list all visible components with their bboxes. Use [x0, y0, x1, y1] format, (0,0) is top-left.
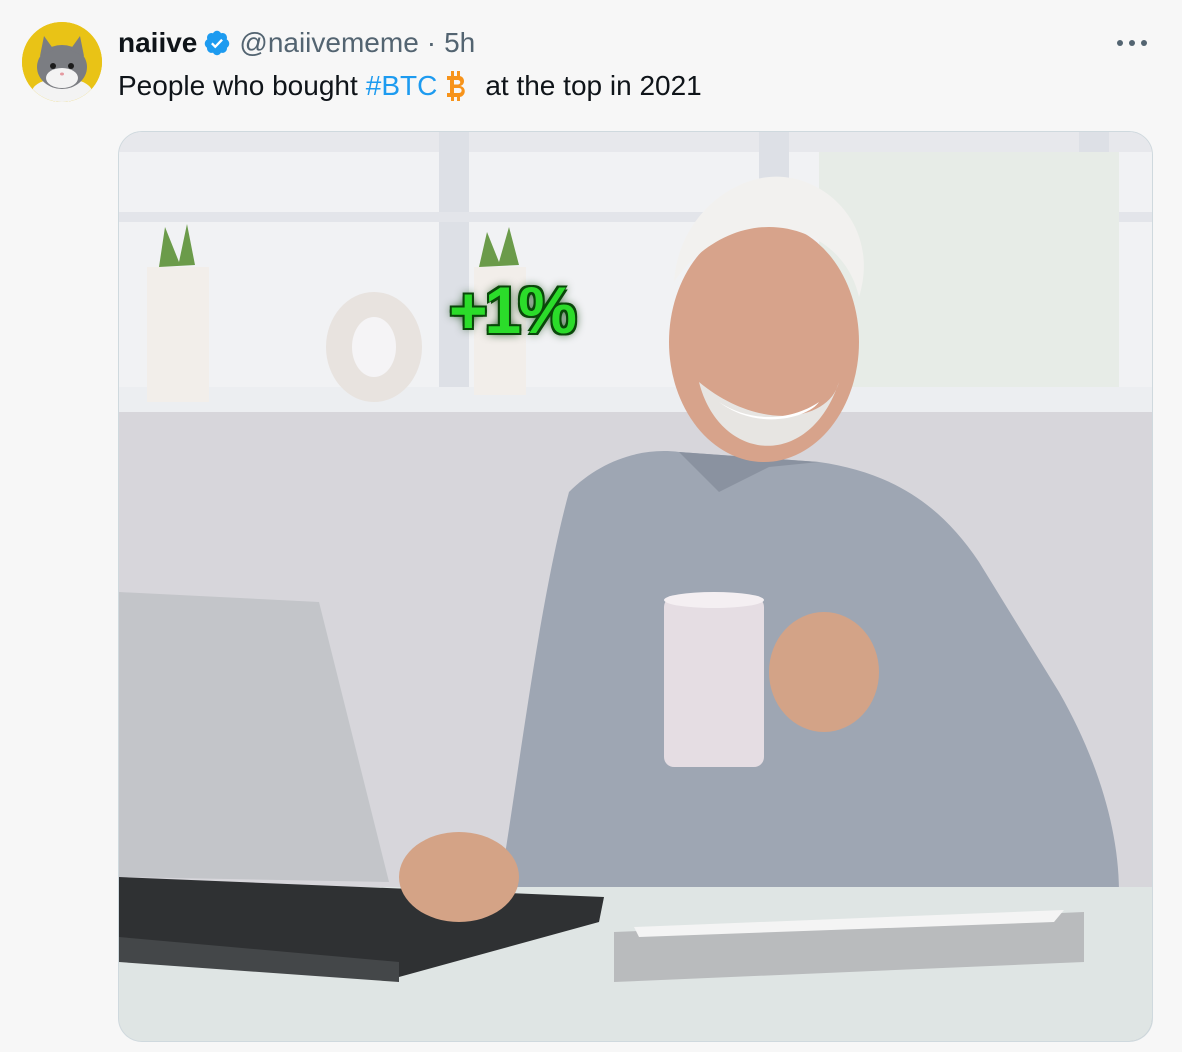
meme-photo	[119, 132, 1152, 1041]
author-handle[interactable]: @naiivememe	[239, 27, 418, 59]
cat-avatar-image	[22, 22, 102, 102]
tweet-text: People who bought #BTC at the top in 202…	[118, 66, 702, 106]
tweet-media-image[interactable]: +1%	[118, 131, 1153, 1042]
tweet-text-after: at the top in 2021	[485, 70, 702, 101]
more-options-button[interactable]	[1112, 28, 1152, 58]
hashtag-link[interactable]: #BTC	[366, 66, 438, 106]
tweet-text-before: People who bought	[118, 70, 358, 101]
tweet-header: naiive @naiivememe · 5h	[118, 26, 475, 60]
bitcoin-icon	[447, 71, 466, 101]
meme-overlay-text: +1%	[449, 273, 577, 347]
avatar[interactable]	[22, 22, 102, 102]
author-name[interactable]: naiive	[118, 27, 197, 59]
more-horizontal-icon	[1117, 40, 1147, 46]
verified-badge-icon	[205, 30, 230, 56]
separator-dot: ·	[426, 27, 437, 58]
tweet-timestamp[interactable]: 5h	[444, 27, 475, 59]
